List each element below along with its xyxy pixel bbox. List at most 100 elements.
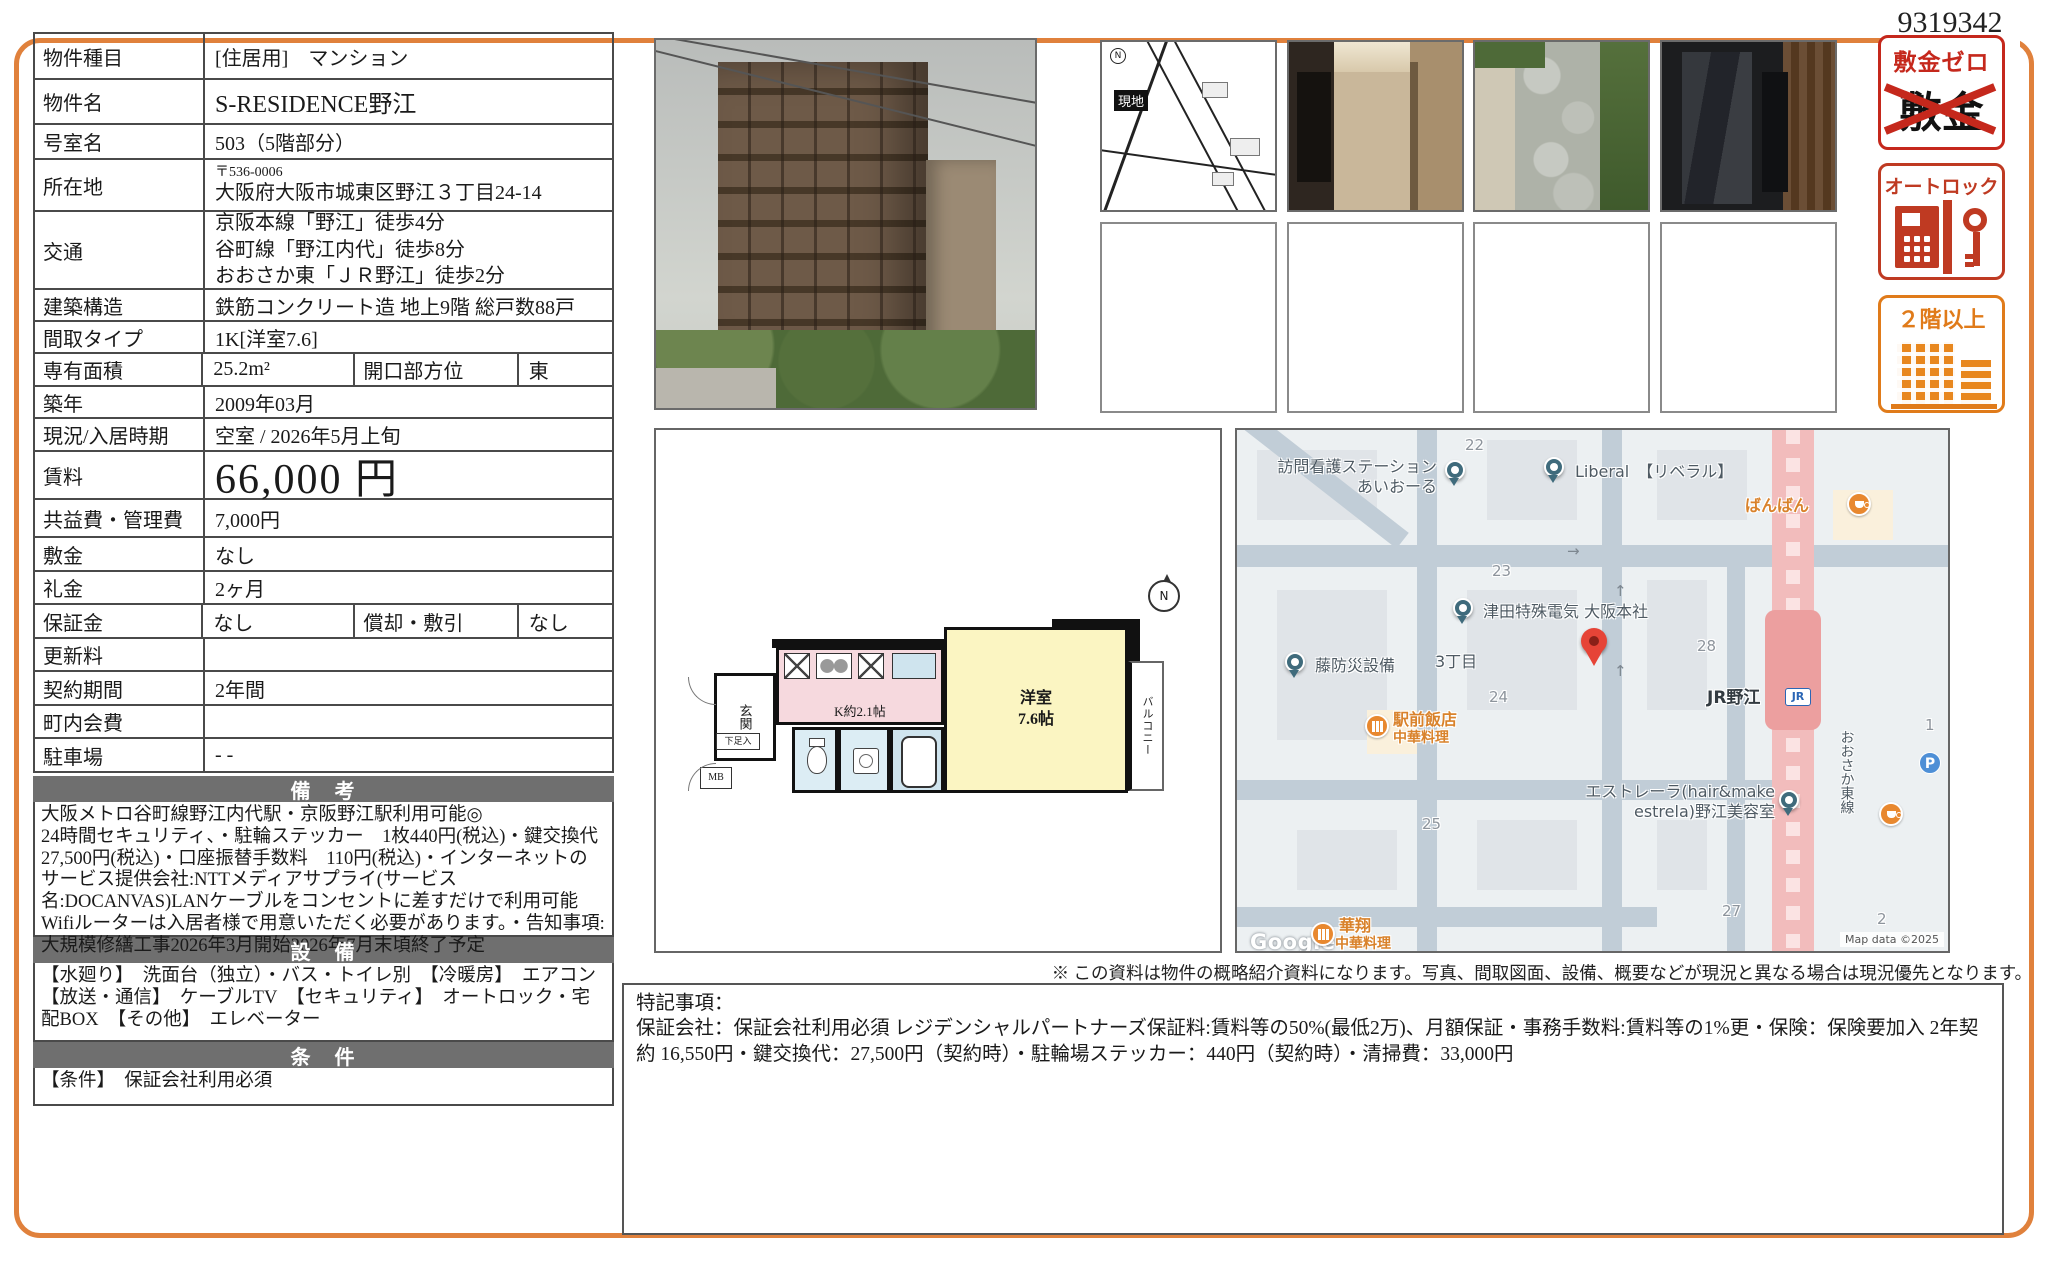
property-datasheet: 9319342 物件種目 [住居用] マンション 物件名 S-RESIDENCE…	[0, 0, 2056, 1265]
disclaimer-note: ※ この資料は物件の概略紹介資料になります。写真、間取図面、設備、概要などが現況…	[700, 960, 2032, 985]
map-pin-icon	[1445, 460, 1465, 480]
row-label: 更新料	[35, 639, 205, 670]
table-row-type: 物件種目 [住居用] マンション	[35, 34, 612, 80]
photo-entrance-hall	[1287, 40, 1464, 212]
table-row-built: 築年 2009年03月	[35, 387, 612, 419]
table-row-parking: 駐車場 - -	[35, 739, 612, 773]
map-pin-icon	[1544, 457, 1564, 477]
entrance-label: 玄関	[736, 704, 755, 730]
photo-sign-wood	[1783, 42, 1835, 210]
photo-sign-panel	[1762, 72, 1788, 192]
row-label: 建築構造	[35, 290, 205, 320]
sketch-compass: N	[1110, 48, 1126, 64]
poi-label-kasho-type: 中華料理	[1335, 936, 1391, 953]
row-value	[205, 639, 612, 670]
row-value: なし	[205, 538, 612, 570]
doc-id: 9319342	[1880, 6, 2020, 40]
row-value: 鉄筋コンクリート造 地上9階 総戸数88戸	[205, 290, 612, 320]
map-building	[1297, 830, 1397, 890]
row-value: 2ヶ月	[205, 572, 612, 603]
bathtub-icon	[901, 736, 937, 788]
poi-label-tsuda: 津田特殊電気 大阪本社	[1483, 602, 1648, 622]
table-row-deposit: 敷金 なし	[35, 538, 612, 572]
intercom-icon	[1895, 206, 1939, 268]
row-sub-value: なし	[519, 605, 612, 637]
photo-placeholder	[1100, 222, 1277, 413]
row-label: 賃料	[35, 452, 205, 498]
row-label: 間取タイプ	[35, 322, 205, 352]
map-road	[1727, 545, 1745, 953]
poi-label-ekimae: 駅前飯店	[1393, 710, 1457, 730]
row-label: 築年	[35, 387, 205, 417]
row-value: 京阪本線「野江」徒歩4分 谷町線「野江内代」徒歩8分 おおさか東「ＪＲ野江」徒歩…	[205, 212, 612, 288]
badge-autolock-title: オートロック	[1881, 172, 2002, 199]
zip-code: 〒536-0006	[215, 165, 542, 181]
row-value: 2年間	[205, 672, 612, 704]
row-value: 〒536-0006 大阪府大阪市城東区野江３丁目24-14	[205, 160, 612, 210]
table-row-guarantee: 保証金 なし 償却・敷引 なし	[35, 605, 612, 639]
photo-entrance-sign	[1660, 40, 1837, 212]
sketch-building	[1202, 82, 1228, 98]
address-wrap: 〒536-0006 大阪府大阪市城東区野江３丁目24-14	[215, 165, 542, 204]
toilet-icon	[807, 746, 827, 774]
floorplan-bathroom	[890, 727, 944, 793]
photo-sign-stone	[1682, 52, 1752, 204]
google-map: → ↑ ↑ 22 23 28 24 25 27 1 2 訪問看護ステーション あ…	[1235, 428, 1950, 953]
map-building	[1477, 820, 1577, 890]
special-notes-title: 特記事項：	[636, 991, 1990, 1016]
station-label: JR野江	[1707, 688, 1760, 709]
photo-placeholder	[1287, 222, 1464, 413]
table-row-structure: 建築構造 鉄筋コンクリート造 地上9階 総戸数88戸	[35, 290, 612, 322]
table-row-layout: 間取タイプ 1K[洋室7.6]	[35, 322, 612, 354]
map-road	[1237, 545, 1950, 567]
key-icon	[1963, 208, 1987, 232]
map-pin-icon	[1453, 598, 1473, 618]
row-label: 物件名	[35, 80, 205, 123]
kitchen-label: K約2.1帖	[834, 701, 886, 720]
special-notes-box: 特記事項： 保証会社：保証会社利用必須 レジデンシャルパートナーズ保証料:賃料等…	[622, 983, 2004, 1235]
floorplan-stove-icon	[816, 653, 852, 679]
badge-no-deposit-crossed-word: 敷金	[1881, 79, 2002, 140]
table-row-keymoney: 礼金 2ヶ月	[35, 572, 612, 605]
compass-icon: N	[1148, 580, 1180, 612]
floorplan-box: N 洋室 7.6帖 バルコニー K約2.1帖 玄関 下足入 MB	[654, 428, 1222, 953]
block-number: 1	[1925, 716, 1935, 734]
badge-no-deposit-title: 敷金ゼロ	[1881, 43, 2002, 77]
map-building	[1657, 450, 1747, 520]
property-table: 物件種目 [住居用] マンション 物件名 S-RESIDENCE野江 号室名 5…	[33, 32, 614, 1106]
building-icon-ground	[1891, 404, 1997, 409]
fork-glyph	[1376, 721, 1379, 732]
table-row-address: 所在地 〒536-0006 大阪府大阪市城東区野江３丁目24-14	[35, 160, 612, 212]
table-row-rent: 賃料 66,000 円	[35, 452, 612, 500]
washer-icon	[853, 748, 879, 774]
photo-site-sketch: N 現地	[1100, 40, 1277, 212]
floorplan-balcony: バルコニー	[1128, 661, 1164, 791]
intercom-keypad	[1904, 236, 1910, 242]
photo-path-hedge-top	[1475, 42, 1545, 68]
block-number: 23	[1492, 562, 1511, 580]
floorplan-washroom	[838, 727, 890, 793]
equipment-text: 【水廻り】 洗面台（独立）・バス・トイレ別 【冷暖房】 エアコン 【放送・通信】…	[33, 963, 614, 1042]
map-road	[1602, 430, 1622, 953]
row-label: 共益費・管理費	[35, 500, 205, 536]
row-sub-label: 開口部方位	[353, 354, 518, 385]
parking-icon: P	[1919, 752, 1941, 774]
row-label: 所在地	[35, 160, 205, 210]
table-row-neighborhood: 町内会費	[35, 706, 612, 739]
row-value: 1K[洋室7.6]	[205, 322, 612, 352]
oneway-arrow-icon: ↑	[1614, 582, 1627, 600]
restaurant-icon	[1365, 714, 1389, 738]
remarks-text: 大阪メトロ谷町線野江内代駅・京阪野江駅利用可能◎ 24時間セキュリティ、・駐輪ス…	[33, 802, 614, 937]
photo-hall-ceiling	[1334, 42, 1410, 72]
fork-glyph	[1322, 929, 1325, 940]
block-number: 28	[1697, 637, 1716, 655]
floorplan-shoebox: 下足入	[716, 733, 760, 750]
floorplan-fixture-icon	[784, 653, 810, 679]
map-pin-icon	[1285, 652, 1305, 672]
table-row-name: 物件名 S-RESIDENCE野江	[35, 80, 612, 125]
sketch-building	[1212, 172, 1234, 186]
railway-name-label: おおさか東線	[1837, 730, 1855, 814]
table-row-renewal: 更新料	[35, 639, 612, 672]
photo-building-windows	[718, 62, 928, 362]
property-table-box: 物件種目 [住居用] マンション 物件名 S-RESIDENCE野江 号室名 5…	[33, 32, 614, 773]
